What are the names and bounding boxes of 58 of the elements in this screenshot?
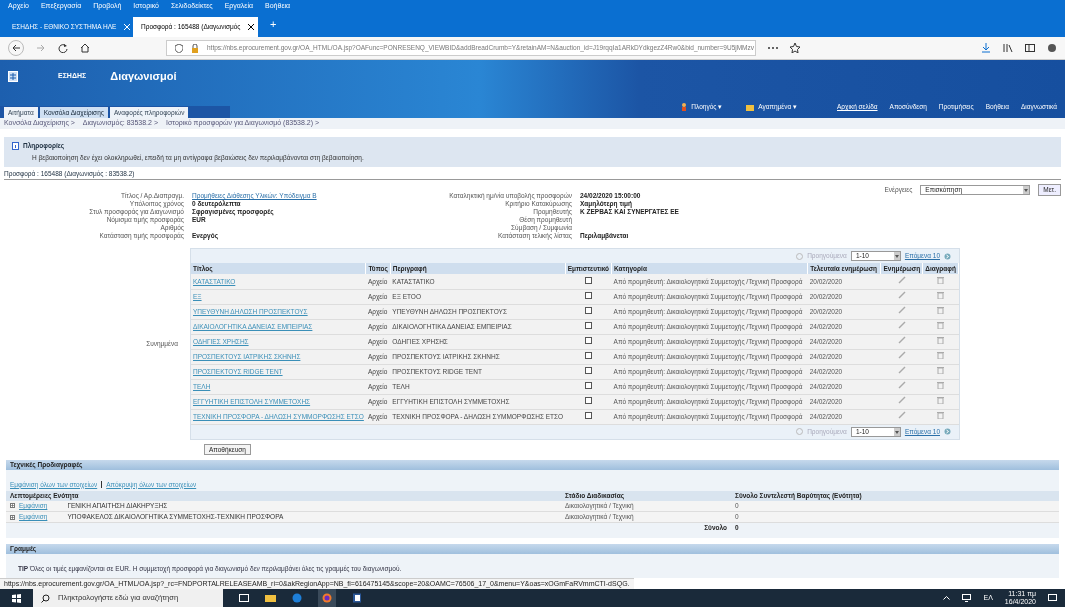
trash-icon <box>937 351 945 360</box>
close-icon <box>124 24 131 30</box>
folder-icon <box>746 103 755 111</box>
trash-icon <box>937 336 945 345</box>
checkbox[interactable] <box>584 276 592 284</box>
trash-icon <box>937 396 945 405</box>
person-icon <box>681 103 688 112</box>
notification-icon <box>1048 593 1057 603</box>
previous-icon <box>796 252 804 260</box>
extension-icon <box>1047 43 1057 53</box>
app-title: Διαγωνισμοί <box>110 69 177 84</box>
close-icon <box>248 24 255 30</box>
trash-icon <box>937 381 945 390</box>
network-icon <box>962 594 972 602</box>
more-icon <box>768 46 778 50</box>
search-icon <box>41 593 50 603</box>
checkbox[interactable] <box>584 291 592 299</box>
chevron-up-icon <box>943 596 951 600</box>
reload-icon <box>58 43 68 53</box>
folder-icon <box>265 594 276 602</box>
trash-icon <box>937 306 945 315</box>
trash-icon <box>937 291 945 300</box>
windows-start-icon <box>12 593 21 603</box>
star-icon <box>790 43 800 53</box>
next-icon <box>944 428 951 436</box>
firefox-icon <box>318 589 336 607</box>
shield-icon <box>175 43 183 53</box>
checkbox[interactable] <box>584 351 592 359</box>
checkbox[interactable] <box>584 336 592 344</box>
download-icon <box>981 43 991 53</box>
expand-icon <box>10 514 15 520</box>
document-icon <box>352 593 362 603</box>
sidebar-icon <box>1025 43 1035 53</box>
checkbox[interactable] <box>584 396 592 404</box>
task-view-icon <box>239 594 249 602</box>
library-icon <box>1003 43 1013 53</box>
trash-icon <box>937 276 945 285</box>
forward-icon <box>36 43 46 53</box>
trash-icon <box>937 411 945 420</box>
checkbox[interactable] <box>584 306 592 314</box>
expand-icon <box>10 503 15 509</box>
info-icon <box>12 141 19 150</box>
dropdown-icon <box>893 252 900 261</box>
new-tab-button[interactable]: + <box>262 16 285 33</box>
checkbox[interactable] <box>584 411 592 419</box>
browser-e-icon <box>292 593 302 603</box>
next-icon <box>944 252 951 260</box>
checkbox[interactable] <box>584 381 592 389</box>
home-icon <box>80 43 90 53</box>
trash-icon <box>937 321 945 330</box>
dropdown-icon <box>893 427 900 436</box>
lock-icon <box>191 43 199 53</box>
checkbox[interactable] <box>584 366 592 374</box>
checkbox[interactable] <box>584 321 592 329</box>
previous-icon <box>796 428 804 436</box>
logo-icon <box>8 70 18 82</box>
dropdown-icon <box>1023 186 1030 195</box>
trash-icon <box>937 366 945 375</box>
